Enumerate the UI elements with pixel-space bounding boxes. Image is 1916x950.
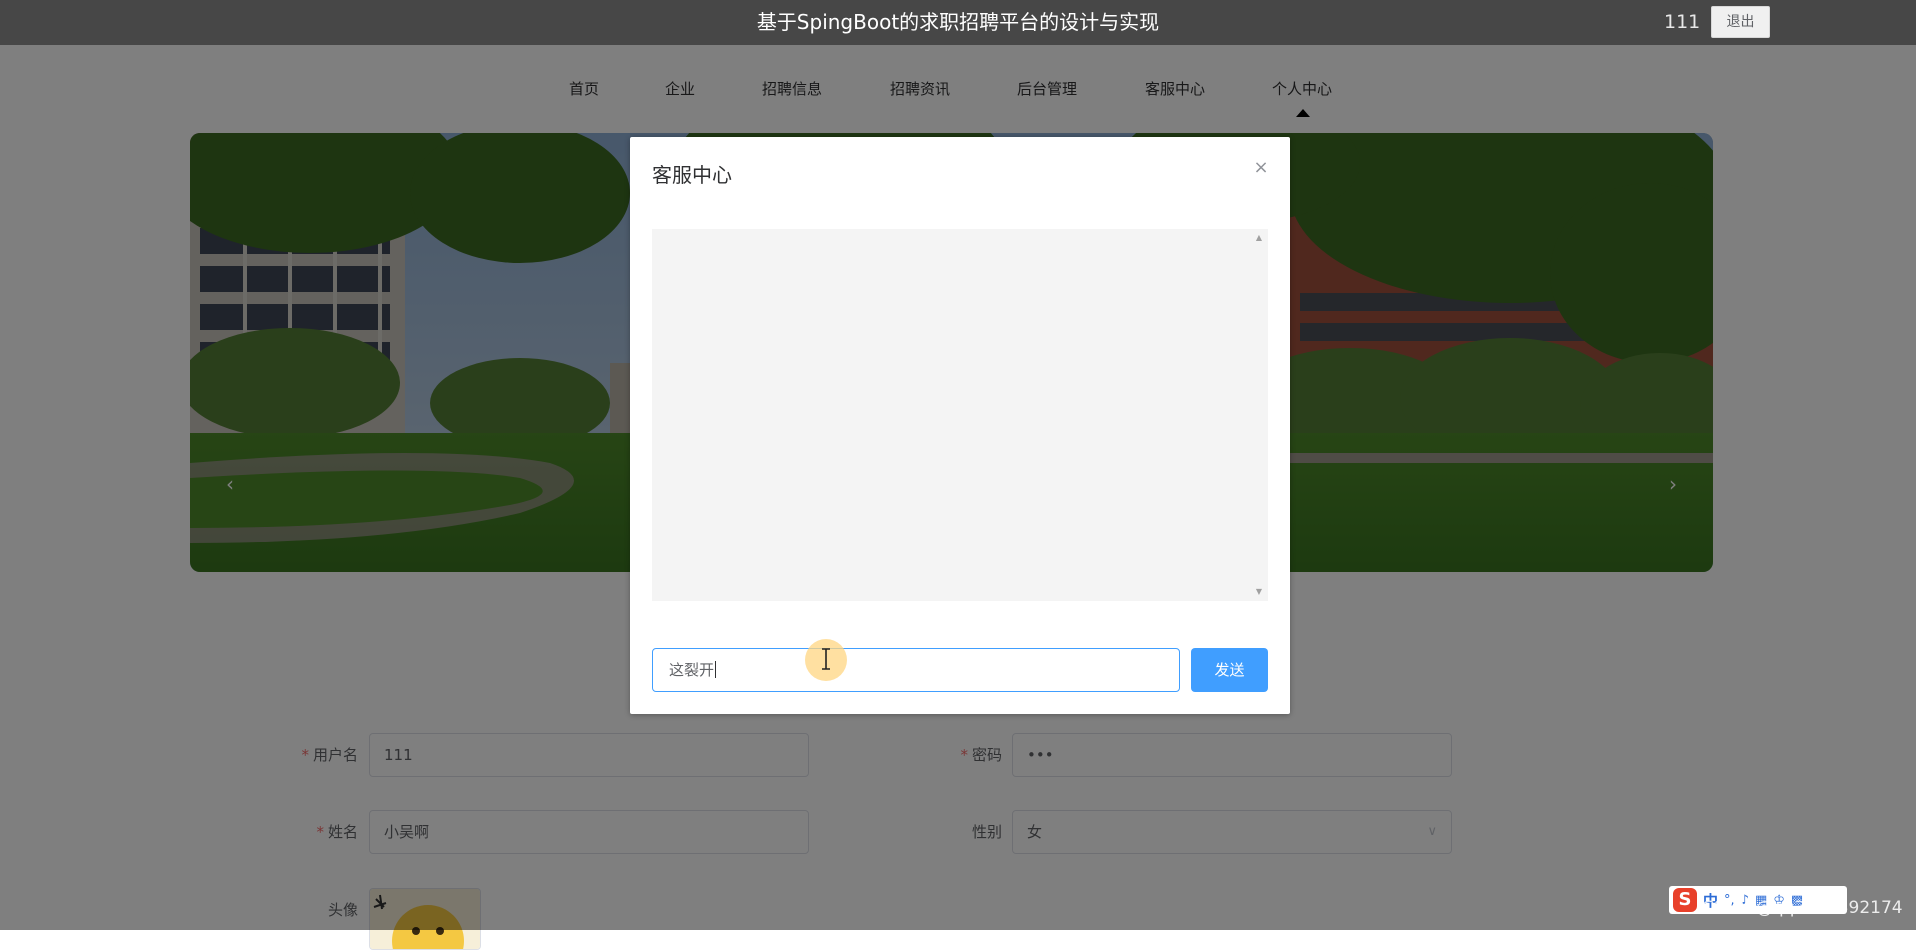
ibeam-cursor-icon [822, 648, 830, 670]
current-username: 111 [1664, 11, 1701, 33]
send-button[interactable]: 发送 [1191, 648, 1268, 692]
close-icon[interactable]: × [1250, 157, 1272, 179]
csdn-watermark: CSDN @qq3360392174 [1702, 898, 1903, 918]
message-input[interactable]: 这裂开 [652, 648, 1180, 692]
sogou-logo-icon: S [1673, 888, 1697, 912]
top-bar: 基于SpingBoot的求职招聘平台的设计与实现 111 退出 [0, 0, 1916, 45]
site-title: 基于SpingBoot的求职招聘平台的设计与实现 [756, 10, 1160, 34]
scroll-up-icon[interactable]: ▲ [1254, 232, 1264, 244]
scroll-down-icon[interactable]: ▼ [1254, 586, 1264, 598]
customer-service-dialog: 客服中心 × ▲ ▼ 这裂开 发送 [630, 137, 1290, 714]
text-caret [715, 661, 717, 678]
logout-button[interactable]: 退出 [1711, 6, 1770, 38]
chat-message-area[interactable]: ▲ ▼ [652, 229, 1268, 601]
message-input-text: 这裂开 [669, 661, 715, 679]
dialog-title: 客服中心 [652, 163, 732, 187]
